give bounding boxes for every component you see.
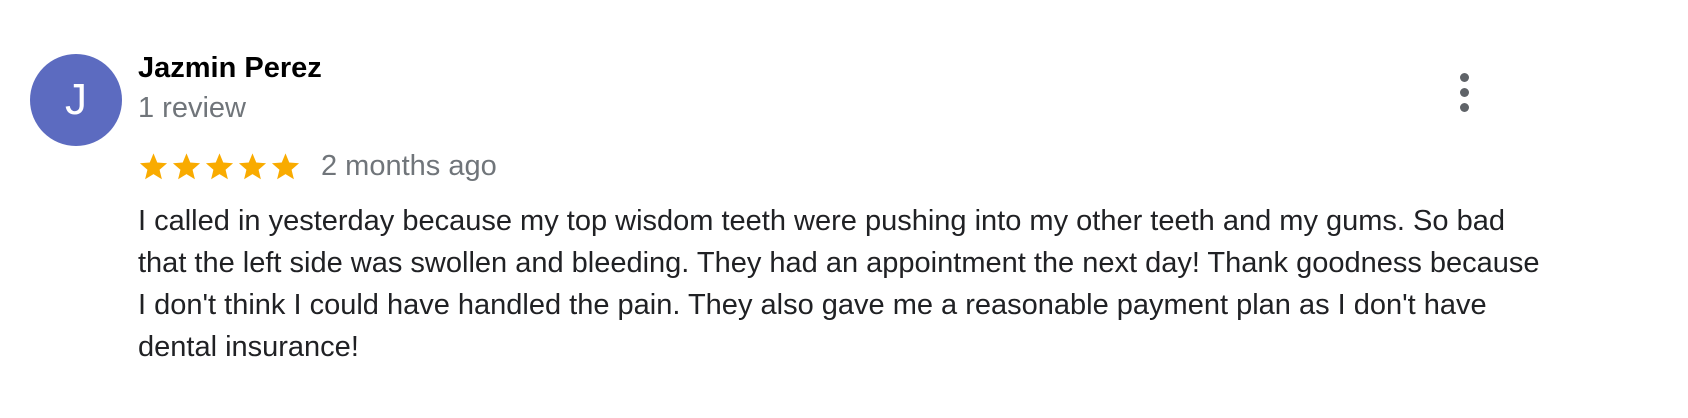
review-date: 2 months ago [321,149,497,182]
rating-row: 2 months ago [138,146,497,186]
more-options-button[interactable] [1444,68,1484,116]
avatar-letter: J [65,75,87,124]
star-icon [238,152,267,179]
review-count[interactable]: 1 review [138,92,246,125]
star-icon [172,152,201,179]
star-icon [139,152,168,179]
more-vert-icon-dot [1459,102,1469,112]
more-vert-icon-dot [1459,87,1469,97]
author-name[interactable]: Jazmin Perez [138,52,322,85]
star-icon [271,152,300,179]
more-vert-icon [1459,72,1469,82]
star-icon [205,152,234,179]
review-card: J Jazmin Perez 1 review 2 months ago I c… [0,0,1688,418]
star-rating [138,151,301,182]
avatar[interactable]: J [30,54,122,146]
review-text: I called in yesterday because my top wis… [138,205,1540,363]
